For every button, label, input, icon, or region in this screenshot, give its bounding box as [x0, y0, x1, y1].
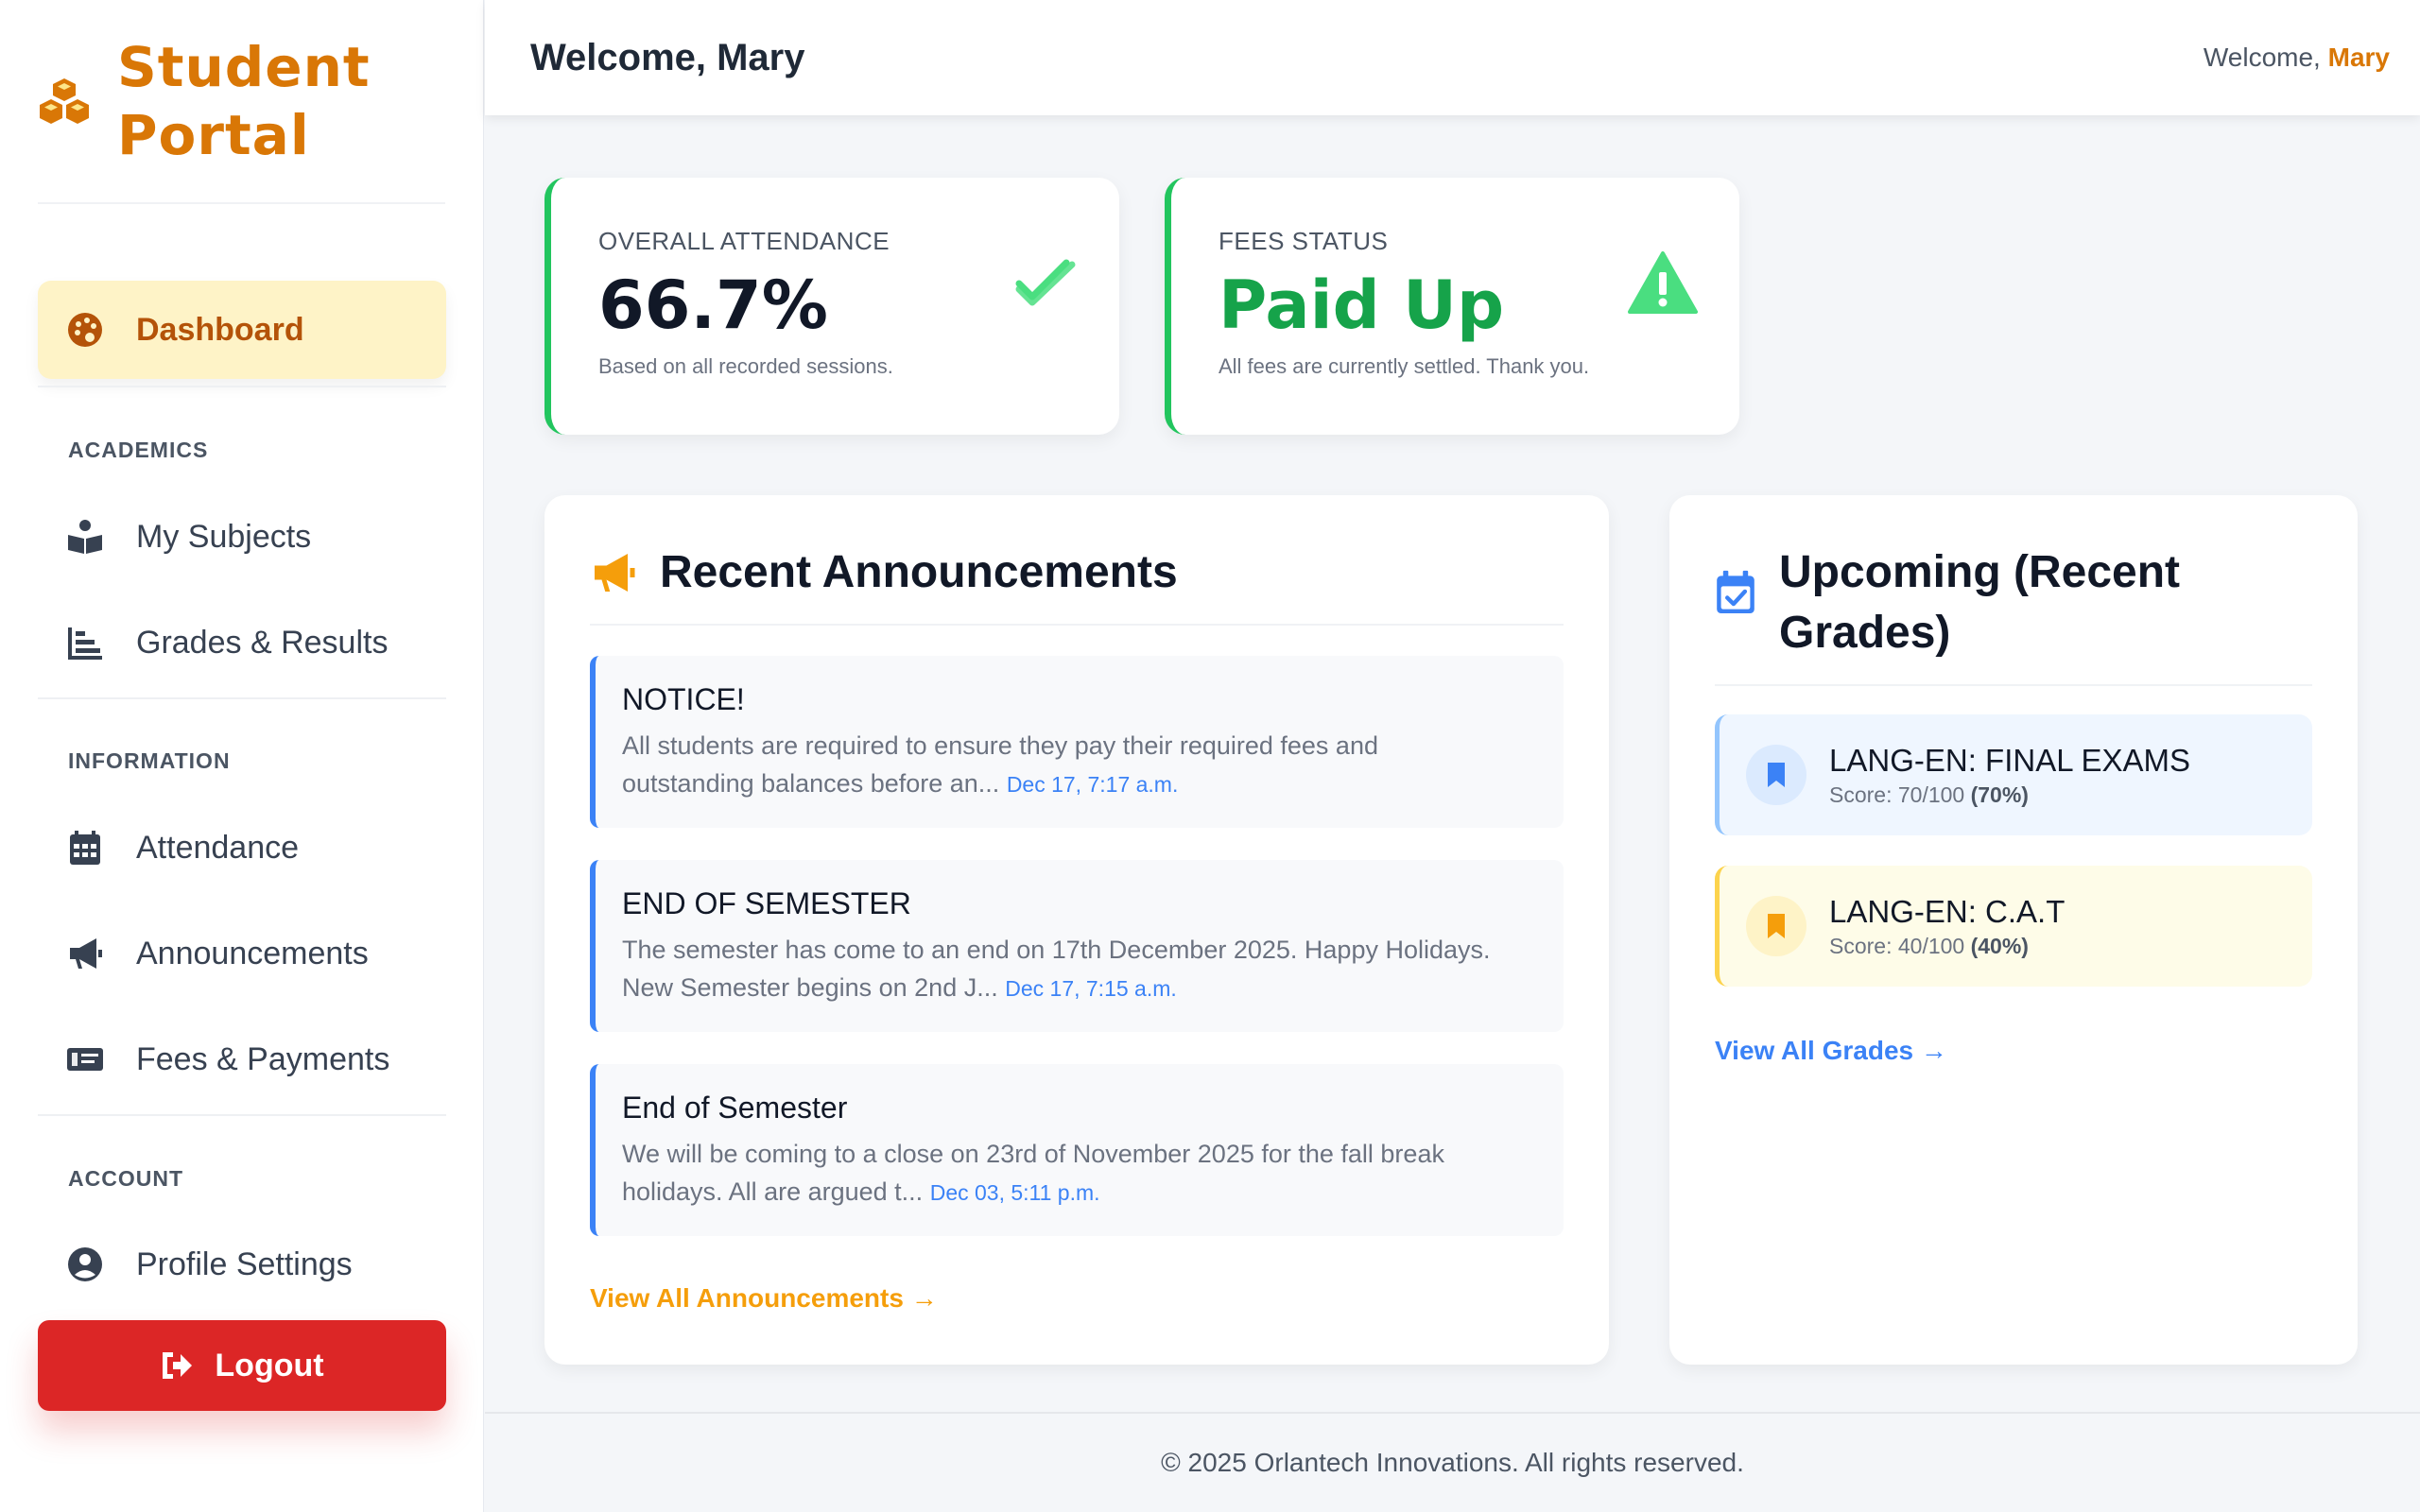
announcement-title: NOTICE!	[622, 682, 745, 716]
check-double-icon	[1015, 259, 1076, 306]
announcement-title: End of Semester	[622, 1091, 848, 1125]
panel-header: Recent Announcements	[590, 542, 1178, 603]
divider	[38, 697, 446, 699]
sidebar-item-announcements[interactable]: Announcements	[38, 908, 446, 999]
announcement-item[interactable]: NOTICE! All students are required to ens…	[590, 656, 1564, 828]
sign-out-icon	[163, 1352, 193, 1379]
megaphone-icon	[70, 938, 102, 969]
sidebar-item-grades[interactable]: Grades & Results	[38, 597, 446, 688]
divider	[38, 386, 446, 387]
panel-title: Recent Announcements	[660, 547, 1178, 597]
divider	[38, 1114, 446, 1116]
user-greeting[interactable]: Welcome, Mary	[2204, 43, 2390, 73]
sidebar-item-label: Attendance	[136, 829, 300, 866]
grade-score: Score: 40/100 (40%)	[1829, 933, 2029, 958]
chart-bar-icon	[68, 627, 102, 660]
brand[interactable]: Student Portal	[38, 0, 445, 204]
sidebar-item-label: Fees & Payments	[136, 1040, 390, 1077]
stat-subtext: All fees are currently settled. Thank yo…	[1219, 354, 1590, 378]
brand-name: Student Portal	[117, 35, 371, 167]
cubes-icon	[40, 78, 89, 124]
bookmark-icon	[1746, 745, 1806, 805]
announcements-panel: Recent Announcements NOTICE! All student…	[544, 495, 1609, 1365]
calendar-check-icon	[1717, 570, 1754, 613]
fees-card: FEES STATUS Paid Up All fees are current…	[1165, 178, 1739, 435]
grade-title: LANG-EN: FINAL EXAMS	[1829, 742, 2191, 778]
sidebar-item-attendance[interactable]: Attendance	[38, 802, 446, 893]
footer: © 2025 Orlantech Innovations. All rights…	[485, 1412, 2420, 1512]
copyright-text: © 2025 Orlantech Innovations. All rights…	[1161, 1448, 1744, 1477]
sidebar-item-label: Profile Settings	[136, 1246, 353, 1282]
sidebar-item-profile-settings[interactable]: Profile Settings	[38, 1219, 446, 1310]
megaphone-icon	[595, 554, 635, 592]
grade-item[interactable]: LANG-EN: C.A.T Score: 40/100 (40%)	[1715, 866, 2312, 987]
grades-panel: Upcoming (Recent Grades) LANG-EN: FINAL …	[1669, 495, 2358, 1365]
money-bill-icon	[67, 1048, 103, 1071]
divider	[1715, 684, 2312, 686]
announcement-item[interactable]: End of Semester We will be coming to a c…	[590, 1064, 1564, 1236]
top-bar: Welcome, Mary Welcome, Mary	[485, 0, 2420, 115]
calendar-icon	[70, 831, 100, 865]
book-reader-icon	[68, 520, 102, 554]
section-label-account: ACCOUNT	[68, 1166, 183, 1191]
sidebar-item-fees[interactable]: Fees & Payments	[38, 1014, 446, 1105]
user-name: Mary	[2327, 43, 2390, 72]
section-label-information: INFORMATION	[68, 748, 231, 773]
announcement-body: We will be coming to a close on 23rd of …	[622, 1140, 1444, 1206]
panel-title: Upcoming (Recent Grades)	[1779, 547, 2181, 658]
announcement-date: Dec 17, 7:15 a.m.	[1005, 976, 1177, 1001]
announcement-title: END OF SEMESTER	[622, 886, 911, 920]
view-all-grades-link[interactable]: View All Grades →	[1715, 1036, 1947, 1066]
announcement-item[interactable]: END OF SEMESTER The semester has come to…	[590, 860, 1564, 1032]
grade-title: LANG-EN: C.A.T	[1829, 893, 2066, 929]
attendance-card: OVERALL ATTENDANCE 66.7% Based on all re…	[544, 178, 1119, 435]
stat-subtext: Based on all recorded sessions.	[598, 354, 893, 378]
panel-header: Upcoming (Recent Grades)	[1715, 542, 2180, 663]
grade-score: Score: 70/100 (70%)	[1829, 782, 2029, 807]
view-all-announcements-link[interactable]: View All Announcements →	[590, 1283, 938, 1314]
grade-item[interactable]: LANG-EN: FINAL EXAMS Score: 70/100 (70%)	[1715, 714, 2312, 835]
announcement-date: Dec 03, 5:11 p.m.	[929, 1180, 1100, 1205]
section-label-academics: ACADEMICS	[68, 438, 209, 462]
sidebar-item-label: Announcements	[136, 935, 369, 971]
sidebar-item-dashboard[interactable]: Dashboard	[38, 281, 446, 379]
divider	[590, 624, 1564, 626]
logout-button[interactable]: Logout	[38, 1320, 446, 1411]
sidebar-item-label: Grades & Results	[136, 624, 389, 661]
sidebar-item-label: Dashboard	[136, 311, 304, 348]
palette-icon	[68, 313, 102, 347]
page-title: Welcome, Mary	[530, 36, 805, 78]
announcement-body: The semester has come to an end on 17th …	[622, 936, 1491, 1002]
announcement-body: All students are required to ensure they…	[622, 731, 1378, 798]
sidebar-item-label: My Subjects	[136, 518, 312, 555]
sidebar-item-my-subjects[interactable]: My Subjects	[38, 491, 446, 582]
bookmark-icon	[1746, 896, 1806, 956]
announcement-date: Dec 17, 7:17 a.m.	[1006, 772, 1179, 797]
warning-triangle-icon	[1628, 251, 1698, 314]
user-circle-icon	[68, 1247, 102, 1281]
